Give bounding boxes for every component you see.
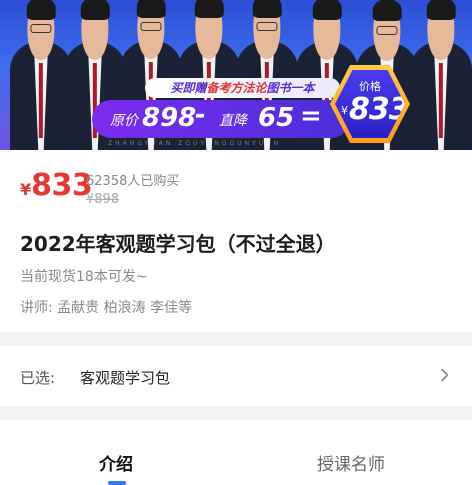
active-tab-indicator bbox=[108, 481, 126, 485]
final-price-badge-inner: 价格 ¥ 833 bbox=[335, 70, 405, 138]
section-divider bbox=[0, 406, 472, 420]
current-price-currency: ¥ bbox=[20, 180, 32, 199]
selected-value: 客观题学习包 bbox=[80, 369, 171, 387]
original-price-value: 898 bbox=[142, 103, 197, 133]
chevron-right-icon bbox=[441, 368, 449, 382]
discount-label: 直降 bbox=[219, 113, 247, 129]
section-divider bbox=[0, 332, 472, 346]
stock-note: 当前现货18本可发~ bbox=[20, 269, 148, 285]
equals-sign: = bbox=[300, 101, 322, 131]
minus-sign: - bbox=[195, 100, 206, 130]
gift-promo-line: 买即赠备考方法论图书一本 bbox=[145, 78, 340, 98]
detail-tabs: 介绍 授课名师 bbox=[0, 420, 472, 485]
teacher-figure bbox=[10, 0, 72, 150]
gift-promo-suffix: 图书一本 bbox=[266, 81, 315, 95]
tab-teachers[interactable]: 授课名师 bbox=[317, 450, 385, 475]
selected-option-row[interactable]: 已选: 客观题学习包 bbox=[0, 346, 472, 406]
badge-currency: ¥ bbox=[341, 104, 348, 117]
current-price: ¥833 bbox=[20, 168, 93, 203]
sold-count: 62358人已购买 bbox=[86, 174, 180, 189]
product-info: ¥833 62358人已购买 ¥898 2022年客观题学习包（不过全退） 当前… bbox=[0, 150, 472, 332]
original-price: ¥898 bbox=[86, 192, 120, 207]
selected-label: 已选: bbox=[20, 369, 56, 387]
promo-banner[interactable]: 买即赠备考方法论图书一本 原价 898 - 直降 65 = 价格 ¥ 833 Z… bbox=[0, 0, 472, 150]
banner-watermark: ZHANGYUAN ZOUYUNGOUNYUUN bbox=[108, 140, 282, 147]
gift-promo-highlight: 备考方法论 bbox=[206, 81, 267, 95]
current-price-value: 833 bbox=[31, 168, 93, 203]
product-title: 2022年客观题学习包（不过全退） bbox=[20, 232, 336, 256]
original-price-label: 原价 bbox=[110, 113, 138, 129]
teacher-figure bbox=[410, 0, 472, 150]
lecturer-list: 讲师: 孟献贵 柏浪涛 李佳等 bbox=[20, 300, 193, 316]
badge-price: 833 bbox=[349, 92, 409, 127]
discount-value: 65 bbox=[258, 103, 295, 133]
gift-promo-prefix: 买即赠 bbox=[170, 81, 207, 95]
price-formula-pill: 原价 898 - 直降 65 = bbox=[92, 100, 350, 138]
tab-intro[interactable]: 介绍 bbox=[99, 450, 133, 475]
